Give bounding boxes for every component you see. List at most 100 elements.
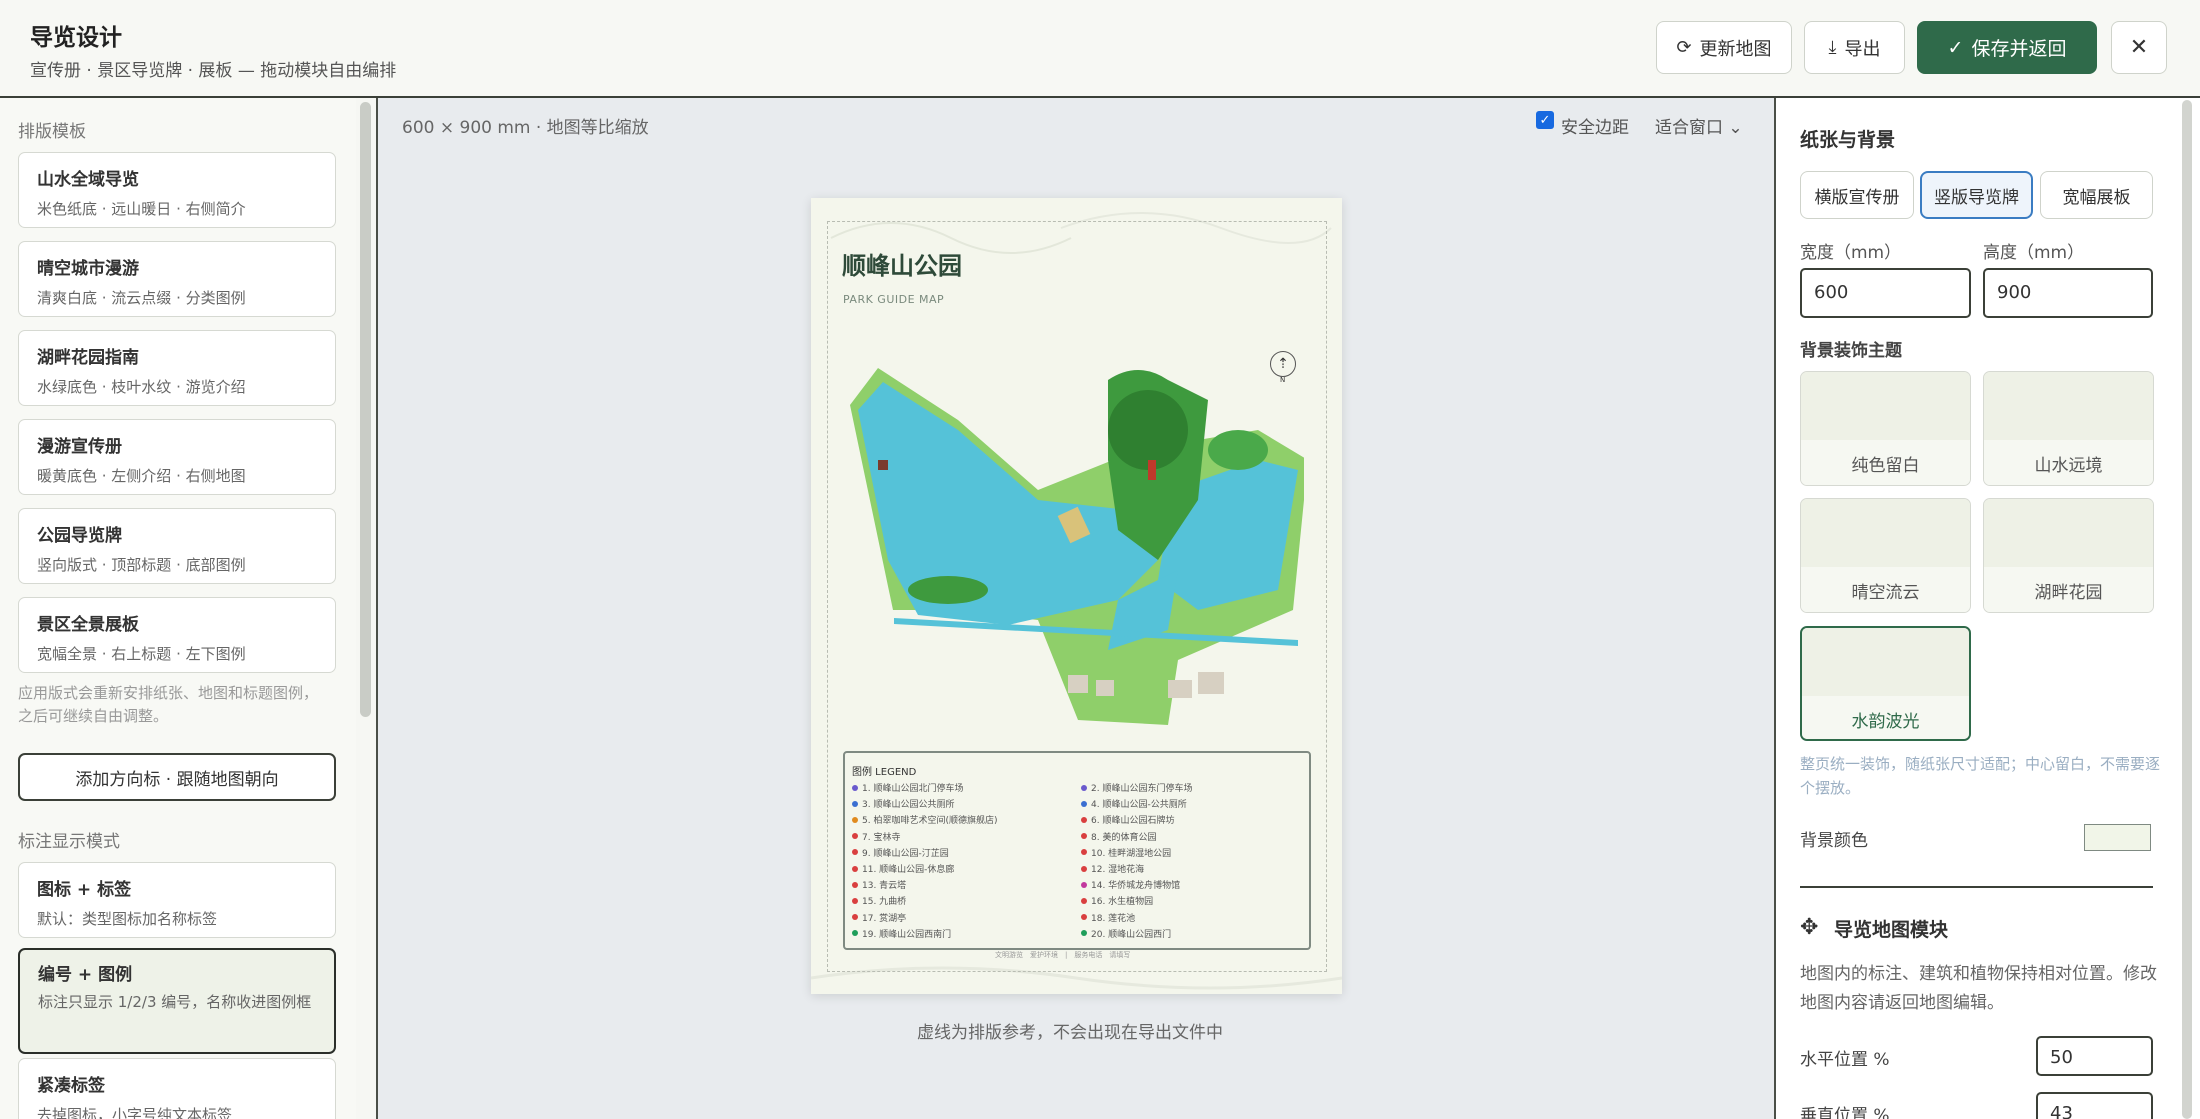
park-map-illustration[interactable] xyxy=(838,360,1304,730)
legend-dot-icon xyxy=(852,897,858,904)
label-mode-card[interactable]: 图标 + 标签 默认：类型图标加名称标签 xyxy=(18,862,336,938)
legend-item: 11. 顺峰山公园-休息廊 xyxy=(852,862,954,875)
height-label: 高度（mm） xyxy=(1983,243,2085,263)
format-option-selected[interactable]: 竖版导览牌 xyxy=(1920,171,2033,219)
download-icon: ⤓ xyxy=(1828,37,1837,58)
legend-item: 14. 华侨城龙舟博物馆 xyxy=(1081,878,1180,891)
section-templates: 排版模板 xyxy=(18,122,86,142)
template-card[interactable]: 景区全景展板 宽幅全景 · 右上标题 · 左下图例 xyxy=(18,597,336,673)
legend-item: 17. 赏湖亭 xyxy=(852,911,906,924)
legend-item: 3. 顺峰山公园公共厕所 xyxy=(852,797,954,810)
legend-item: 4. 顺峰山公园-公共厕所 xyxy=(1081,797,1187,810)
legend-dot-icon xyxy=(1081,833,1087,840)
theme-card[interactable]: 山水远境 xyxy=(1983,371,2154,486)
legend-dot-icon xyxy=(852,833,858,840)
legend-item: 2. 顺峰山公园东门停车场 xyxy=(1081,781,1192,794)
legend-dot-icon xyxy=(1081,930,1087,937)
theme-card[interactable]: 湖畔花园 xyxy=(1983,498,2154,613)
right-scrollbar[interactable] xyxy=(2182,100,2192,1119)
legend-item: 19. 顺峰山公园西南门 xyxy=(852,927,951,940)
close-button[interactable]: ✕ xyxy=(2111,21,2167,74)
legend-dot-icon xyxy=(852,849,858,856)
page-subtitle: 宣传册 · 景区导览牌 · 展板 — 拖动模块自由编排 xyxy=(30,61,397,81)
legend-dot-icon xyxy=(852,881,858,888)
safe-margin-checkbox[interactable]: ✓ xyxy=(1536,111,1554,129)
theme-note: 整页统一装饰，随纸张尺寸适配；中心留白，不需要逐个摆放。 xyxy=(1800,755,2161,797)
template-card[interactable]: 山水全域导览 米色纸底 · 远山暖日 · 右侧简介 xyxy=(18,152,336,228)
legend-dot-icon xyxy=(852,816,858,823)
legend-dot-icon xyxy=(852,865,858,872)
template-card[interactable]: 湖畔花园指南 水绿底色 · 枝叶水纹 · 游览介绍 xyxy=(18,330,336,406)
canvas-size-info: 600 × 900 mm · 地图等比缩放 xyxy=(402,118,649,138)
export-button[interactable]: ⤓ 导出 xyxy=(1804,21,1905,74)
legend-item: 5. 柏翠咖啡艺术空间(顺德旗舰店) xyxy=(852,813,997,826)
legend-dot-icon xyxy=(1081,914,1087,921)
legend-item: 12. 湿地花海 xyxy=(1081,862,1144,875)
poster-footer: 文明游览 爱护环境 | 服务电话 请填写 xyxy=(995,951,1131,959)
legend-item: 20. 顺峰山公园西门 xyxy=(1081,927,1171,940)
safe-margin-label: 安全边距 xyxy=(1561,118,1629,138)
section-divider xyxy=(1800,886,2153,888)
format-option[interactable]: 横版宣传册 xyxy=(1800,171,1914,219)
h-pos-input[interactable]: 50 xyxy=(2036,1036,2153,1076)
theme-card[interactable]: 晴空流云 xyxy=(1800,498,1971,613)
legend-item: 9. 顺峰山公园-汀芷园 xyxy=(852,846,949,859)
legend-dot-icon xyxy=(1081,784,1087,791)
page-title: 导览设计 xyxy=(30,25,122,51)
legend-dot-icon xyxy=(852,800,858,807)
height-input[interactable]: 900 xyxy=(1983,268,2153,318)
bg-color-swatch[interactable] xyxy=(2084,824,2151,851)
refresh-map-button[interactable]: ⟳ 更新地图 xyxy=(1656,21,1792,74)
canvas-hint: 虚线为排版参考，不会出现在导出文件中 xyxy=(917,1023,1223,1043)
move-icon: ✥ xyxy=(1800,915,1819,940)
legend-item: 7. 宝林寺 xyxy=(852,830,900,843)
legend-item: 10. 桂畔湖湿地公园 xyxy=(1081,846,1171,859)
fit-window-dropdown[interactable]: 适合窗口 ⌄ xyxy=(1655,113,1743,138)
legend-item: 13. 青云塔 xyxy=(852,878,906,891)
poster-subtitle[interactable]: PARK GUIDE MAP xyxy=(843,293,944,306)
refresh-icon: ⟳ xyxy=(1676,37,1692,58)
template-card[interactable]: 公园导览牌 竖向版式 · 顶部标题 · 底部图例 xyxy=(18,508,336,584)
legend-dot-icon xyxy=(852,914,858,921)
poster-title[interactable]: 顺峰山公园 xyxy=(842,246,962,281)
v-pos-label: 垂直位置 % xyxy=(1800,1106,1890,1119)
template-card[interactable]: 漫游宣传册 暖黄底色 · 左侧介绍 · 右侧地图 xyxy=(18,419,336,495)
template-note: 应用版式会重新安排纸张、地图和标题图例，之后可继续自由调整。 xyxy=(18,684,319,725)
legend-item: 18. 莲花池 xyxy=(1081,911,1135,924)
section-label-mode: 标注显示模式 xyxy=(18,832,120,852)
legend-dot-icon xyxy=(1081,800,1087,807)
legend-item: 8. 美的体育公园 xyxy=(1081,830,1156,843)
section-paper: 纸张与背景 xyxy=(1800,129,1896,151)
format-option[interactable]: 宽幅展板 xyxy=(2040,171,2153,219)
legend-dot-icon xyxy=(1081,816,1087,823)
width-input[interactable]: 600 xyxy=(1800,268,1971,318)
add-compass-button[interactable]: 添加方向标 · 跟随地图朝向 xyxy=(18,753,336,801)
bg-color-label: 背景颜色 xyxy=(1800,831,1868,851)
legend-dot-icon xyxy=(1081,849,1087,856)
save-return-button[interactable]: ✓ 保存并返回 xyxy=(1917,21,2097,74)
close-icon: ✕ xyxy=(2129,35,2149,60)
template-card[interactable]: 晴空城市漫游 清爽白底 · 流云点缀 · 分类图例 xyxy=(18,241,336,317)
map-module-title: 导览地图模块 xyxy=(1834,919,1949,941)
chevron-down-icon: ⌄ xyxy=(1728,118,1743,138)
width-label: 宽度（mm） xyxy=(1800,243,1902,263)
theme-card-selected[interactable]: 水韵波光 xyxy=(1800,626,1971,741)
theme-card[interactable]: 纯色留白 xyxy=(1800,371,1971,486)
legend-title: 图例 LEGEND xyxy=(852,767,917,778)
left-scrollbar[interactable] xyxy=(360,102,371,717)
v-pos-input[interactable]: 43 xyxy=(2036,1092,2153,1119)
label-mode-card[interactable]: 紧凑标签 去掉图标，小字号纯文本标签 xyxy=(18,1058,336,1119)
check-icon: ✓ xyxy=(1947,36,1964,59)
legend-item: 6. 顺峰山公园石牌坊 xyxy=(1081,813,1174,826)
legend-dot-icon xyxy=(1081,865,1087,872)
legend-item: 15. 九曲桥 xyxy=(852,894,906,907)
label-mode-card-selected[interactable]: 编号 + 图例 标注只显示 1/2/3 编号，名称收进图例框 xyxy=(18,948,336,1054)
legend-item: 16. 水生植物园 xyxy=(1081,894,1153,907)
legend-dot-icon xyxy=(1081,881,1087,888)
legend-dot-icon xyxy=(852,784,858,791)
legend-dot-icon xyxy=(1081,897,1087,904)
legend-dot-icon xyxy=(852,930,858,937)
legend-item: 1. 顺峰山公园北门停车场 xyxy=(852,781,963,794)
h-pos-label: 水平位置 % xyxy=(1800,1050,1890,1070)
map-module-desc: 地图内的标注、建筑和植物保持相对位置。修改地图内容请返回地图编辑。 xyxy=(1800,964,2157,1013)
